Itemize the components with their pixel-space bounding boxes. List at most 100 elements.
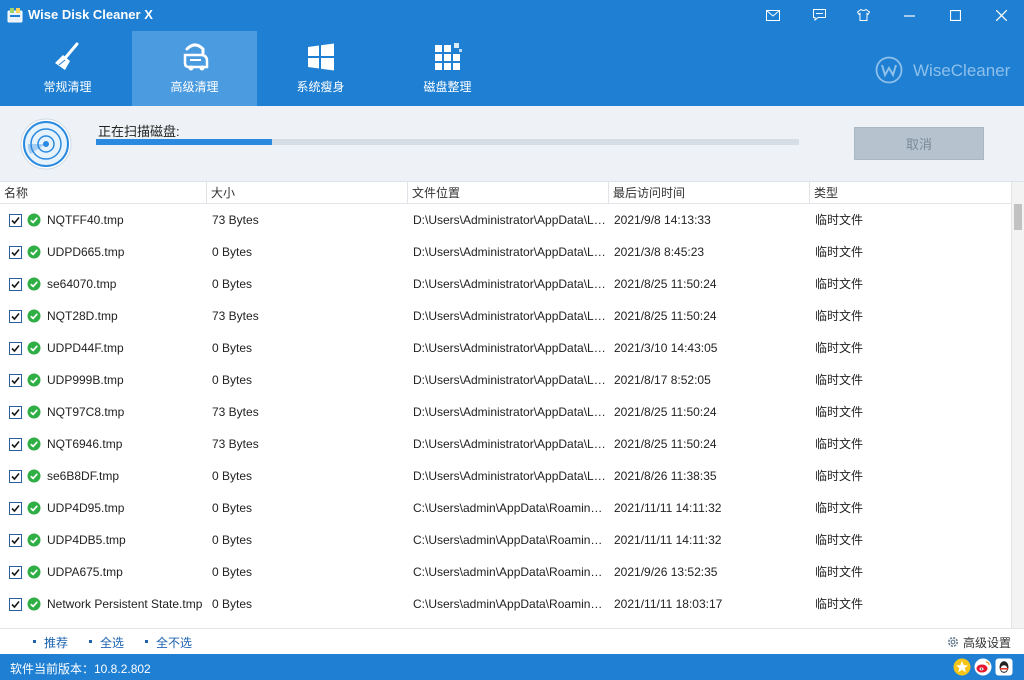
close-icon[interactable] xyxy=(989,4,1013,26)
table-row[interactable]: UDPD44F.tmp 0 Bytes D:\Users\Administrator… xyxy=(0,332,1011,364)
checkmark-icon xyxy=(11,536,20,545)
last-access-time: 2021/11/11 14:11:32 xyxy=(614,533,722,547)
windows-icon xyxy=(308,43,334,71)
row-checkbox[interactable] xyxy=(9,342,22,355)
qq-icon[interactable] xyxy=(995,658,1013,676)
row-checkbox[interactable] xyxy=(9,566,22,579)
status-bar: 软件当前版本：10.8.2.802 xyxy=(0,654,1024,680)
skin-icon[interactable] xyxy=(851,4,875,26)
feedback-icon[interactable] xyxy=(807,4,831,26)
row-checkbox[interactable] xyxy=(9,214,22,227)
column-header-name[interactable]: 名称 xyxy=(0,182,207,204)
tab-label: 系统瘦身 xyxy=(296,80,345,94)
header: Wise Disk Cleaner X 常规清理 高级清理 系统瘦身 磁盘整理 … xyxy=(0,0,1024,106)
last-access-time: 2021/9/26 13:52:35 xyxy=(614,565,718,579)
file-name: NQT6946.tmp xyxy=(47,437,123,451)
select-all-link[interactable]: 全选 xyxy=(100,634,124,651)
file-name: NQTFF40.tmp xyxy=(47,213,124,227)
maximize-icon[interactable] xyxy=(943,4,967,26)
checkmark-icon xyxy=(11,568,20,577)
minimize-icon[interactable] xyxy=(897,4,921,26)
row-checkbox[interactable] xyxy=(9,502,22,515)
status-ok-icon xyxy=(27,501,41,515)
checkmark-icon xyxy=(11,600,20,609)
row-checkbox[interactable] xyxy=(9,406,22,419)
row-checkbox[interactable] xyxy=(9,374,22,387)
table-row[interactable]: UDPD665.tmp 0 Bytes D:\Users\Administrator… xyxy=(0,236,1011,268)
column-header-size[interactable]: 大小 xyxy=(207,182,408,204)
vertical-scrollbar[interactable] xyxy=(1011,182,1024,628)
column-header-type[interactable]: 类型 xyxy=(810,182,1011,204)
recommend-link[interactable]: 推荐 xyxy=(44,634,68,651)
column-header-location[interactable]: 文件位置 xyxy=(408,182,609,204)
column-header-last-access[interactable]: 最后访问时间 xyxy=(609,182,810,204)
select-none-link[interactable]: 全不选 xyxy=(156,634,192,651)
tab-disk-defrag[interactable]: 磁盘整理 xyxy=(385,31,510,106)
table-row[interactable]: NQT28D.tmp 73 Bytes D:\Users\Administrator… xyxy=(0,300,1011,332)
checkmark-icon xyxy=(11,344,20,353)
file-type: 临时文件 xyxy=(815,341,864,355)
tab-label: 磁盘整理 xyxy=(423,80,472,94)
checkmark-icon xyxy=(11,248,20,257)
last-access-time: 2021/11/11 14:11:32 xyxy=(614,501,722,515)
checkmark-icon xyxy=(11,440,20,449)
file-size: 0 Bytes xyxy=(212,501,253,515)
table-row[interactable]: UDP4DB5.tmp 0 Bytes C:\Users\admin\AppData… xyxy=(0,524,1011,556)
table-row[interactable]: NQT6946.tmp 73 Bytes D:\Users\Administrato… xyxy=(0,428,1011,460)
status-ok-icon xyxy=(27,213,41,227)
table-row[interactable]: NQT97C8.tmp 73 Bytes D:\Users\Administrato… xyxy=(0,396,1011,428)
tab-system-slim[interactable]: 系统瘦身 xyxy=(258,31,383,106)
file-type: 临时文件 xyxy=(815,565,864,579)
table-row[interactable]: UDP4D95.tmp 0 Bytes C:\Users\admin\AppData… xyxy=(0,492,1011,524)
file-location: D:\Users\Administrator\AppData\Local\Tem… xyxy=(413,341,606,355)
weibo-icon[interactable] xyxy=(974,658,992,676)
file-size: 73 Bytes xyxy=(212,309,259,323)
file-type: 临时文件 xyxy=(815,373,864,387)
file-location: C:\Users\admin\AppData\Roaming\Temp xyxy=(413,533,606,547)
brand-logo[interactable]: WiseCleaner xyxy=(875,56,1015,84)
file-name: UDP999B.tmp xyxy=(47,373,124,387)
tab-common-clean[interactable]: 常规清理 xyxy=(5,31,130,106)
broom-icon xyxy=(55,42,79,70)
file-size: 0 Bytes xyxy=(212,373,253,387)
table-row[interactable]: se6B8DF.tmp 0 Bytes D:\Users\Administrator… xyxy=(0,460,1011,492)
rate-star-icon[interactable] xyxy=(953,658,971,676)
status-ok-icon xyxy=(27,469,41,483)
mail-icon[interactable] xyxy=(761,4,785,26)
table-row[interactable]: NQTFF40.tmp 73 Bytes D:\Users\Administrato… xyxy=(0,204,1011,236)
file-size: 0 Bytes xyxy=(212,597,253,611)
scrollbar-thumb[interactable] xyxy=(1014,204,1022,230)
file-location: D:\Users\Administrator\AppData\Local\Tem… xyxy=(413,373,606,387)
advanced-settings-button[interactable]: 高级设置 xyxy=(946,633,1011,651)
tab-advanced-clean[interactable]: 高级清理 xyxy=(132,31,257,106)
file-type: 临时文件 xyxy=(815,501,864,515)
row-checkbox[interactable] xyxy=(9,246,22,259)
table-row[interactable]: Network Persistent State.tmp 0 Bytes C:\Us… xyxy=(0,588,1011,620)
file-size: 73 Bytes xyxy=(212,405,259,419)
file-name: se64070.tmp xyxy=(47,277,117,291)
file-location: C:\Users\admin\AppData\Roaming\Temp xyxy=(413,565,606,579)
file-size: 0 Bytes xyxy=(212,565,253,579)
row-checkbox[interactable] xyxy=(9,438,22,451)
bullet-icon xyxy=(33,640,36,643)
defrag-icon xyxy=(435,43,462,70)
file-type: 临时文件 xyxy=(815,309,864,323)
file-location: D:\Users\Administrator\AppData\Local\Tem… xyxy=(413,405,606,419)
row-checkbox[interactable] xyxy=(9,534,22,547)
checkmark-icon xyxy=(11,280,20,289)
row-checkbox[interactable] xyxy=(9,598,22,611)
file-location: D:\Users\Administrator\AppData\Local\Tem… xyxy=(413,277,606,291)
file-size: 73 Bytes xyxy=(212,213,259,227)
file-location: D:\Users\Administrator\AppData\Local\Tem… xyxy=(413,437,606,451)
table-row[interactable]: UDPA675.tmp 0 Bytes C:\Users\admin\AppData… xyxy=(0,556,1011,588)
row-checkbox[interactable] xyxy=(9,278,22,291)
table-row[interactable]: UDP999B.tmp 0 Bytes D:\Users\Administrator… xyxy=(0,364,1011,396)
file-name: UDP4D95.tmp xyxy=(47,501,125,515)
cancel-button[interactable]: 取消 xyxy=(854,127,984,160)
file-type: 临时文件 xyxy=(815,469,864,483)
status-ok-icon xyxy=(27,373,41,387)
file-name: UDPA675.tmp xyxy=(47,565,123,579)
table-row[interactable]: se64070.tmp 0 Bytes D:\Users\Administrator… xyxy=(0,268,1011,300)
row-checkbox[interactable] xyxy=(9,310,22,323)
row-checkbox[interactable] xyxy=(9,470,22,483)
